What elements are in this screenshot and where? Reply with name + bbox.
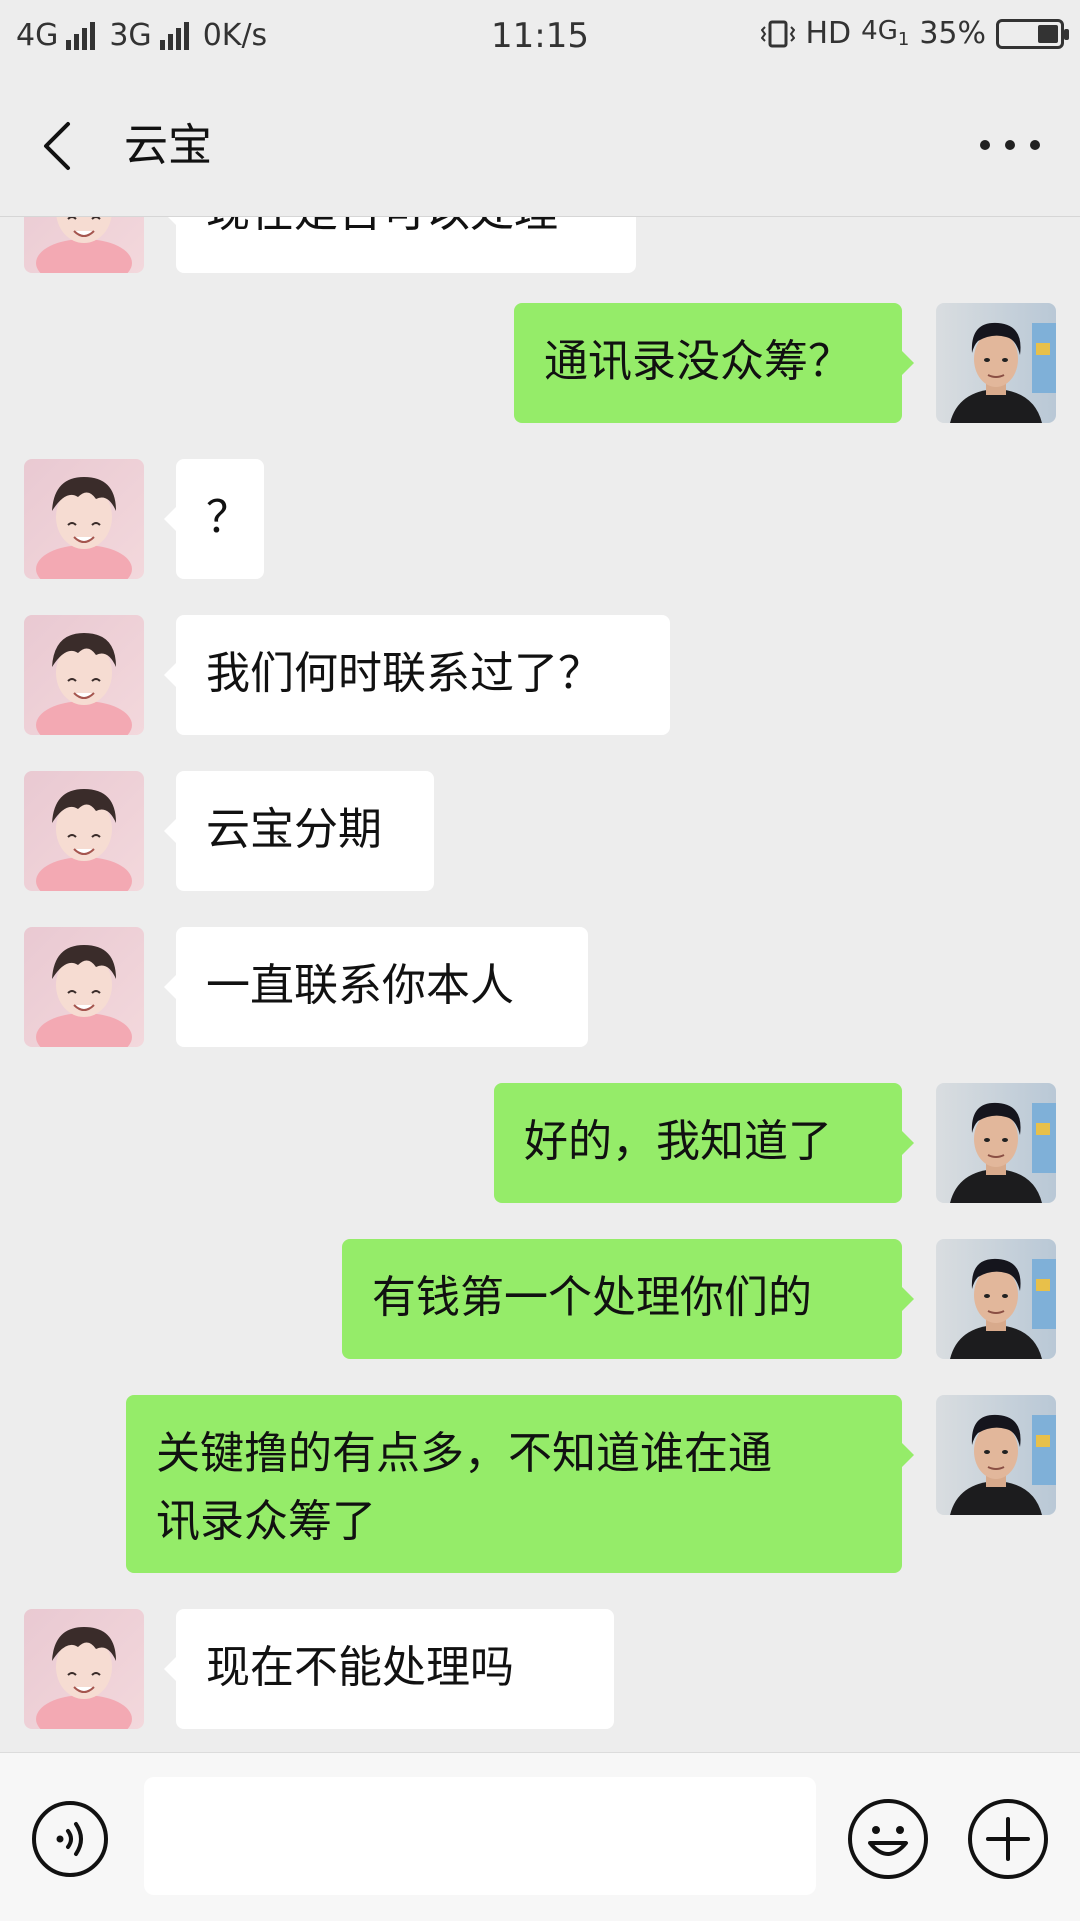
battery-icon xyxy=(996,18,1069,49)
avatar[interactable] xyxy=(24,217,144,273)
input-bar xyxy=(0,1752,1080,1921)
avatar[interactable] xyxy=(936,303,1056,423)
avatar[interactable] xyxy=(24,459,144,579)
chevron-left-icon[interactable] xyxy=(30,116,90,176)
message-bubble[interactable]: 通讯录没众筹？ xyxy=(514,303,914,423)
message-bubble[interactable]: ？ xyxy=(164,459,264,579)
page-title: 云宝 xyxy=(124,120,212,171)
vibrate-icon xyxy=(761,20,796,47)
avatar[interactable] xyxy=(24,927,144,1047)
message-bubble[interactable]: 云宝分期 xyxy=(164,771,434,891)
hd-label: HD xyxy=(805,16,852,51)
message-bubble[interactable]: 好的，我知道了 xyxy=(494,1083,914,1203)
avatar[interactable] xyxy=(936,1395,1056,1515)
emoji-icon[interactable] xyxy=(846,1797,930,1881)
message-bubble[interactable]: 关键撸的有点多，不知道谁在通 讯录众筹了 xyxy=(126,1395,914,1573)
avatar[interactable] xyxy=(24,1609,144,1729)
avatar[interactable] xyxy=(24,615,144,735)
status-right: HD 4G1 35% xyxy=(761,16,1069,51)
voice-icon[interactable] xyxy=(30,1799,110,1879)
message-bubble[interactable]: 我们何时联系过了？ xyxy=(164,615,670,735)
more-dots-icon[interactable] xyxy=(980,130,1040,160)
avatar[interactable] xyxy=(24,771,144,891)
message-bubble[interactable]: 一直联系你本人 xyxy=(164,927,588,1047)
chat-messages[interactable]: 现在是否可以处理 通讯录没众筹？ ？ 我们何时联系过了？ 云宝分期 一直联系你本… xyxy=(0,217,1080,1752)
message-input[interactable] xyxy=(144,1777,816,1895)
battery-percent: 35% xyxy=(919,16,986,51)
message-bubble[interactable]: 现在是否可以处理 xyxy=(164,217,636,273)
plus-icon[interactable] xyxy=(966,1797,1050,1881)
message-bubble[interactable]: 现在不能处理吗 xyxy=(164,1609,614,1729)
message-bubble[interactable]: 有钱第一个处理你们的 xyxy=(342,1239,914,1359)
status-bar: 4G 3G 0K/s 11:15 HD 4G1 35% xyxy=(0,0,1080,72)
network-type-3: 4G1 xyxy=(861,16,910,51)
chat-header: 云宝 xyxy=(0,72,1080,217)
avatar[interactable] xyxy=(936,1083,1056,1203)
avatar[interactable] xyxy=(936,1239,1056,1359)
